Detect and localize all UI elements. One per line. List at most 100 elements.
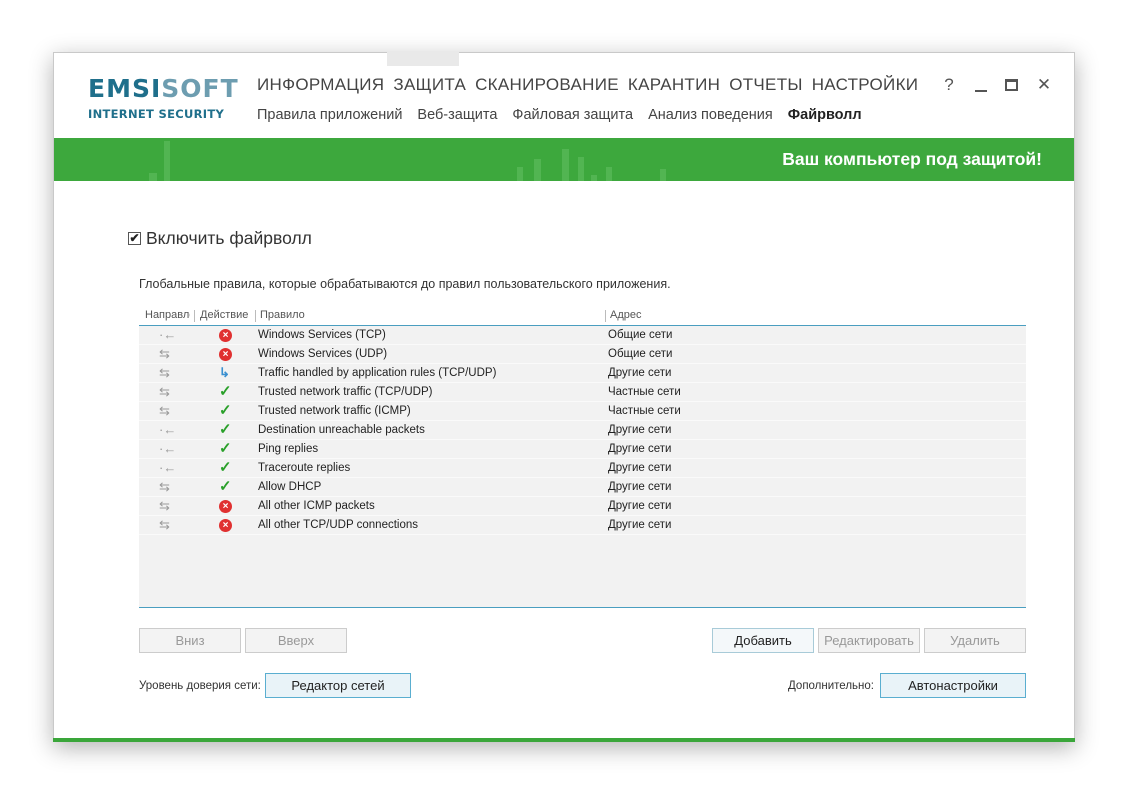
bidirectional-arrow-icon: ⇆ xyxy=(159,384,170,399)
rule-name: Traffic handled by application rules (TC… xyxy=(258,367,497,379)
allow-check-icon: ✓ xyxy=(219,383,232,400)
allow-check-icon: ✓ xyxy=(219,421,232,438)
nav-settings[interactable]: НАСТРОЙКИ xyxy=(812,75,919,95)
rule-address: Другие сети xyxy=(608,367,672,379)
app-window: EMSISOFT INTERNET SECURITY ИНФОРМАЦИЯ ЗА… xyxy=(53,52,1075,742)
table-row[interactable]: ·← ✓ Destination unreachable packets Другие… xyxy=(139,421,1026,440)
logo-subtitle: INTERNET SECURITY xyxy=(88,107,225,121)
bidirectional-arrow-icon: ⇆ xyxy=(159,403,170,418)
table-row[interactable]: ⇆ ↳ Traffic handled by application rules (… xyxy=(139,364,1026,383)
status-banner: Ваш компьютер под защитой! xyxy=(54,138,1074,181)
bidirectional-arrow-icon: ⇆ xyxy=(159,479,170,494)
window-top-tab xyxy=(387,52,459,66)
column-direction[interactable]: Направление xyxy=(145,309,190,321)
rule-address: Общие сети xyxy=(608,329,673,341)
banner-decor-bar xyxy=(517,167,523,181)
table-row[interactable]: ⇆ ✓ Allow DHCP Другие сети xyxy=(139,478,1026,497)
rule-name: Allow DHCP xyxy=(258,481,322,493)
bidirectional-arrow-icon: ⇆ xyxy=(159,498,170,513)
rule-name: All other ICMP packets xyxy=(258,500,375,512)
bidirectional-arrow-icon: ⇆ xyxy=(159,517,170,532)
nav-quarantine[interactable]: КАРАНТИН xyxy=(628,75,720,95)
edit-rule-button[interactable]: Редактировать xyxy=(818,628,920,653)
block-icon: × xyxy=(219,500,232,513)
network-editor-button[interactable]: Редактор сетей xyxy=(265,673,411,698)
bidirectional-arrow-icon: ⇆ xyxy=(159,346,170,361)
emsisoft-logo: EMSISOFT INTERNET SECURITY xyxy=(88,74,239,122)
minimize-icon[interactable] xyxy=(975,78,987,92)
rule-name: All other TCP/UDP connections xyxy=(258,519,419,531)
banner-decor-bar xyxy=(606,167,612,181)
allow-check-icon: ✓ xyxy=(219,402,232,419)
enable-firewall-row[interactable]: ✔ Включить файрволл xyxy=(128,228,312,249)
block-icon: × xyxy=(219,329,232,342)
block-icon: × xyxy=(219,519,232,532)
banner-decor-bar xyxy=(591,175,597,181)
auto-settings-button[interactable]: Автонастройки xyxy=(880,673,1026,698)
rule-address: Частные сети xyxy=(608,386,681,398)
nav-protection[interactable]: ЗАЩИТА xyxy=(393,75,466,95)
logo-text: EMSISOFT xyxy=(88,74,239,103)
column-separator[interactable] xyxy=(194,310,195,322)
banner-decor-bar xyxy=(534,159,541,181)
rule-name: Windows Services (UDP) xyxy=(258,348,388,360)
subnav-behavior-analysis[interactable]: Анализ поведения xyxy=(648,107,773,123)
additional-label: Дополнительно: xyxy=(788,680,874,692)
banner-decor-bar xyxy=(660,169,666,181)
move-up-button[interactable]: Вверх xyxy=(245,628,347,653)
table-row[interactable]: ·← ✓ Traceroute replies Другие сети xyxy=(139,459,1026,478)
help-icon[interactable]: ? xyxy=(941,75,957,95)
table-row[interactable]: ·← × Windows Services (TCP) Общие сети xyxy=(139,326,1026,345)
bidirectional-arrow-icon: ⇆ xyxy=(159,365,170,380)
table-row[interactable]: ⇆ × Windows Services (UDP) Общие сети xyxy=(139,345,1026,364)
column-action[interactable]: Действие xyxy=(200,309,254,321)
add-rule-button[interactable]: Добавить xyxy=(712,628,814,653)
protection-status-text: Ваш компьютер под защитой! xyxy=(782,149,1042,169)
app-rules-icon: ↳ xyxy=(219,365,230,380)
column-rule[interactable]: Правило xyxy=(260,309,305,321)
rule-address: Другие сети xyxy=(608,519,672,531)
subnav-web-protection[interactable]: Веб-защита xyxy=(417,107,497,123)
nav-reports[interactable]: ОТЧЕТЫ xyxy=(729,75,803,95)
close-icon[interactable]: ✕ xyxy=(1036,75,1052,95)
subnav-app-rules[interactable]: Правила приложений xyxy=(257,107,402,123)
column-separator[interactable] xyxy=(605,310,606,322)
firewall-rules-table[interactable]: Направление Действие Правило Адрес ·← × Wi… xyxy=(139,306,1026,608)
column-address[interactable]: Адрес xyxy=(610,309,642,321)
rule-name: Ping replies xyxy=(258,443,319,455)
maximize-icon[interactable] xyxy=(1005,79,1018,91)
delete-rule-button[interactable]: Удалить xyxy=(924,628,1026,653)
nav-info[interactable]: ИНФОРМАЦИЯ xyxy=(257,75,384,95)
table-header: Направление Действие Правило Адрес xyxy=(139,306,1026,326)
move-down-button[interactable]: Вниз xyxy=(139,628,241,653)
incoming-arrow-icon: ·← xyxy=(159,460,177,475)
banner-decor-bar xyxy=(164,141,170,181)
incoming-arrow-icon: ·← xyxy=(159,441,177,456)
table-row[interactable]: ·← ✓ Ping replies Другие сети xyxy=(139,440,1026,459)
table-row[interactable]: ⇆ ✓ Trusted network traffic (TCP/UDP) Частн… xyxy=(139,383,1026,402)
rule-name: Trusted network traffic (TCP/UDP) xyxy=(258,386,433,398)
block-icon: × xyxy=(219,348,232,361)
rule-address: Общие сети xyxy=(608,348,673,360)
rule-address: Другие сети xyxy=(608,462,672,474)
table-row[interactable]: ⇆ × All other ICMP packets Другие сети xyxy=(139,497,1026,516)
main-navigation: ИНФОРМАЦИЯ ЗАЩИТА СКАНИРОВАНИЕ КАРАНТИН … xyxy=(257,75,927,95)
network-trust-label: Уровень доверия сети: xyxy=(139,680,261,692)
allow-check-icon: ✓ xyxy=(219,478,232,495)
rule-name: Destination unreachable packets xyxy=(258,424,425,436)
table-row[interactable]: ⇆ ✓ Trusted network traffic (ICMP) Частные … xyxy=(139,402,1026,421)
enable-firewall-label[interactable]: Включить файрволл xyxy=(146,228,312,249)
table-row[interactable]: ⇆ × All other TCP/UDP connections Другие се… xyxy=(139,516,1026,535)
rule-name: Windows Services (TCP) xyxy=(258,329,386,341)
column-separator[interactable] xyxy=(255,310,256,322)
rule-address: Другие сети xyxy=(608,500,672,512)
rule-address: Другие сети xyxy=(608,481,672,493)
banner-decor-bar xyxy=(578,157,584,181)
subnav-firewall[interactable]: Файрволл xyxy=(788,107,862,123)
nav-scan[interactable]: СКАНИРОВАНИЕ xyxy=(475,75,619,95)
banner-decor-bar xyxy=(562,149,569,181)
subnav-file-protection[interactable]: Файловая защита xyxy=(512,107,633,123)
enable-firewall-checkbox[interactable]: ✔ xyxy=(128,232,141,245)
rule-name: Trusted network traffic (ICMP) xyxy=(258,405,411,417)
rule-address: Другие сети xyxy=(608,424,672,436)
